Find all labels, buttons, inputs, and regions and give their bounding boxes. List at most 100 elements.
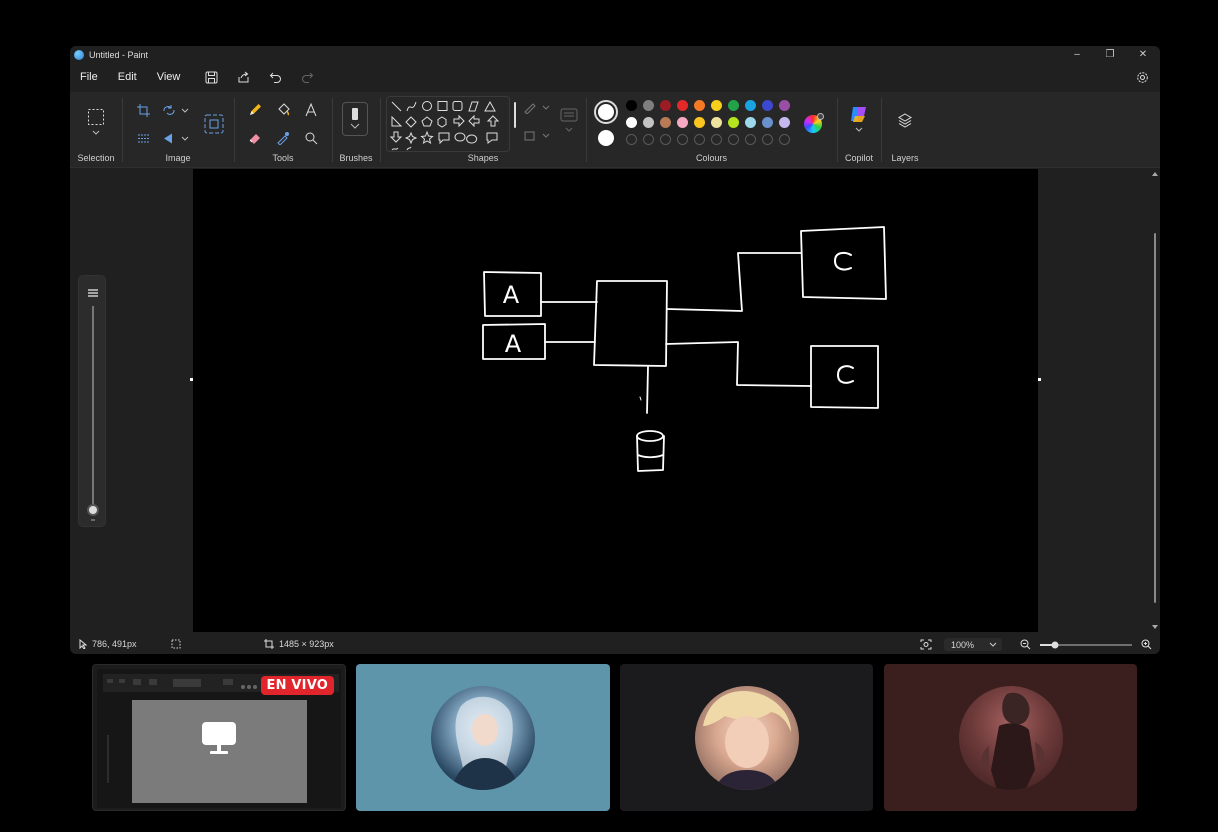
flip-icon[interactable]: [161, 128, 191, 148]
color-swatch[interactable]: [779, 100, 790, 111]
custom-color-slot[interactable]: [762, 134, 773, 145]
color-swatch[interactable]: [626, 117, 637, 128]
color-swatch[interactable]: [745, 100, 756, 111]
color-swatch[interactable]: [677, 117, 688, 128]
zoom-level-dropdown[interactable]: 100%: [944, 638, 1002, 651]
participant-tile-3[interactable]: [884, 664, 1137, 811]
crop-icon[interactable]: [133, 100, 153, 120]
undo-icon[interactable]: [264, 66, 286, 88]
menu-view[interactable]: View: [157, 71, 181, 83]
fit-to-window-icon[interactable]: [920, 639, 932, 650]
custom-color-slot[interactable]: [745, 134, 756, 145]
canvas-resize-handle-right[interactable]: [1038, 378, 1041, 381]
drawing-canvas[interactable]: A A: [190, 169, 1041, 632]
chevron-down-icon[interactable]: [86, 127, 106, 137]
primary-color-swatch: [598, 104, 614, 120]
brush-icon[interactable]: [342, 102, 368, 136]
magnifier-icon[interactable]: [301, 128, 321, 148]
colours-group: Colours: [587, 92, 836, 168]
custom-color-slot[interactable]: [728, 134, 739, 145]
layers-group[interactable]: Layers: [882, 92, 928, 168]
custom-color-slot[interactable]: [711, 134, 722, 145]
paint-window: Untitled - Paint – ❐ ✕ File Edit View Se…: [70, 46, 1160, 654]
secondary-color[interactable]: [598, 130, 614, 146]
color-swatch[interactable]: [694, 100, 705, 111]
shape-fill-icon[interactable]: [521, 126, 553, 146]
minimize-button[interactable]: –: [1060, 46, 1094, 63]
color-swatch[interactable]: [728, 100, 739, 111]
color-swatch[interactable]: [677, 100, 688, 111]
shapes-scrollbar[interactable]: [514, 102, 516, 128]
primary-color[interactable]: [594, 100, 618, 124]
rotate-icon[interactable]: [161, 100, 191, 120]
color-swatch[interactable]: [694, 117, 705, 128]
custom-color-slot[interactable]: [677, 134, 688, 145]
stroke-size-icon[interactable]: [559, 106, 579, 136]
close-button[interactable]: ✕: [1126, 46, 1160, 63]
avatar: [694, 685, 799, 790]
status-bar: 786, 491px 1485 × 923px 100%: [70, 636, 1160, 654]
color-swatch[interactable]: [643, 117, 654, 128]
maximize-button[interactable]: ❐: [1093, 46, 1127, 63]
color-swatch[interactable]: [711, 117, 722, 128]
copilot-group[interactable]: Copilot: [838, 92, 880, 168]
color-swatch[interactable]: [762, 100, 773, 111]
color-swatch[interactable]: [745, 117, 756, 128]
redo-icon[interactable]: [296, 66, 318, 88]
group-label-colours: Colours: [695, 153, 727, 163]
canvas-resize-handle-left[interactable]: [190, 378, 193, 381]
select-rectangle-icon[interactable]: [86, 107, 106, 127]
vertical-scrollbar[interactable]: [1152, 171, 1158, 630]
menu-edit[interactable]: Edit: [118, 71, 137, 83]
live-badge: EN VIVO: [260, 676, 334, 695]
menu-file[interactable]: File: [80, 71, 98, 83]
chevron-down-icon[interactable]: [849, 124, 869, 134]
resize-icon[interactable]: [202, 112, 226, 136]
title-bar: Untitled - Paint – ❐ ✕: [70, 46, 1160, 63]
diagram-drawing: A A: [482, 226, 887, 472]
group-label-layers: Layers: [891, 153, 919, 163]
eraser-icon[interactable]: [245, 128, 265, 148]
color-swatch[interactable]: [660, 117, 671, 128]
center-box: [593, 280, 668, 367]
screen-share-tile[interactable]: EN VIVO: [92, 664, 346, 811]
participant-tile-2[interactable]: [620, 664, 873, 811]
zoom-slider[interactable]: [1040, 641, 1134, 649]
custom-color-slot[interactable]: [643, 134, 654, 145]
color-swatch[interactable]: [626, 100, 637, 111]
outline-icon[interactable]: [521, 98, 553, 118]
custom-color-slot[interactable]: [694, 134, 705, 145]
participant-tile-1[interactable]: [356, 664, 610, 811]
layers-icon[interactable]: [895, 110, 915, 130]
shapes-gallery[interactable]: [386, 96, 510, 152]
share-icon[interactable]: [232, 66, 254, 88]
color-swatch[interactable]: [728, 117, 739, 128]
color-picker-icon[interactable]: [273, 128, 293, 148]
custom-color-slot[interactable]: [660, 134, 671, 145]
custom-color-slot[interactable]: [779, 134, 790, 145]
selection-size-icon: [171, 639, 181, 649]
window-title: Untitled - Paint: [89, 49, 149, 60]
color-swatch[interactable]: [711, 100, 722, 111]
brush-size-slider[interactable]: [78, 275, 106, 527]
fill-bucket-icon[interactable]: [273, 100, 293, 120]
custom-color-slot[interactable]: [626, 134, 637, 145]
color-swatch[interactable]: [779, 117, 790, 128]
avatar: [958, 685, 1063, 790]
zoom-in-icon[interactable]: [1141, 639, 1152, 650]
pencil-icon[interactable]: [245, 100, 265, 120]
text-tool-icon[interactable]: [301, 100, 321, 120]
settings-gear-icon[interactable]: [1132, 67, 1152, 87]
save-icon[interactable]: [200, 66, 222, 88]
image-fx-icon[interactable]: [133, 128, 153, 148]
color-swatch[interactable]: [643, 100, 654, 111]
zoom-out-icon[interactable]: [1020, 639, 1031, 650]
group-label-image: Image: [165, 153, 191, 163]
color-swatch[interactable]: [660, 100, 671, 111]
cursor-arrow-icon: [79, 639, 87, 649]
paint-app-icon: [74, 49, 84, 60]
copilot-icon[interactable]: [849, 104, 869, 124]
group-label-tools: Tools: [272, 153, 294, 163]
edit-colors-icon[interactable]: [804, 113, 824, 133]
color-swatch[interactable]: [762, 117, 773, 128]
